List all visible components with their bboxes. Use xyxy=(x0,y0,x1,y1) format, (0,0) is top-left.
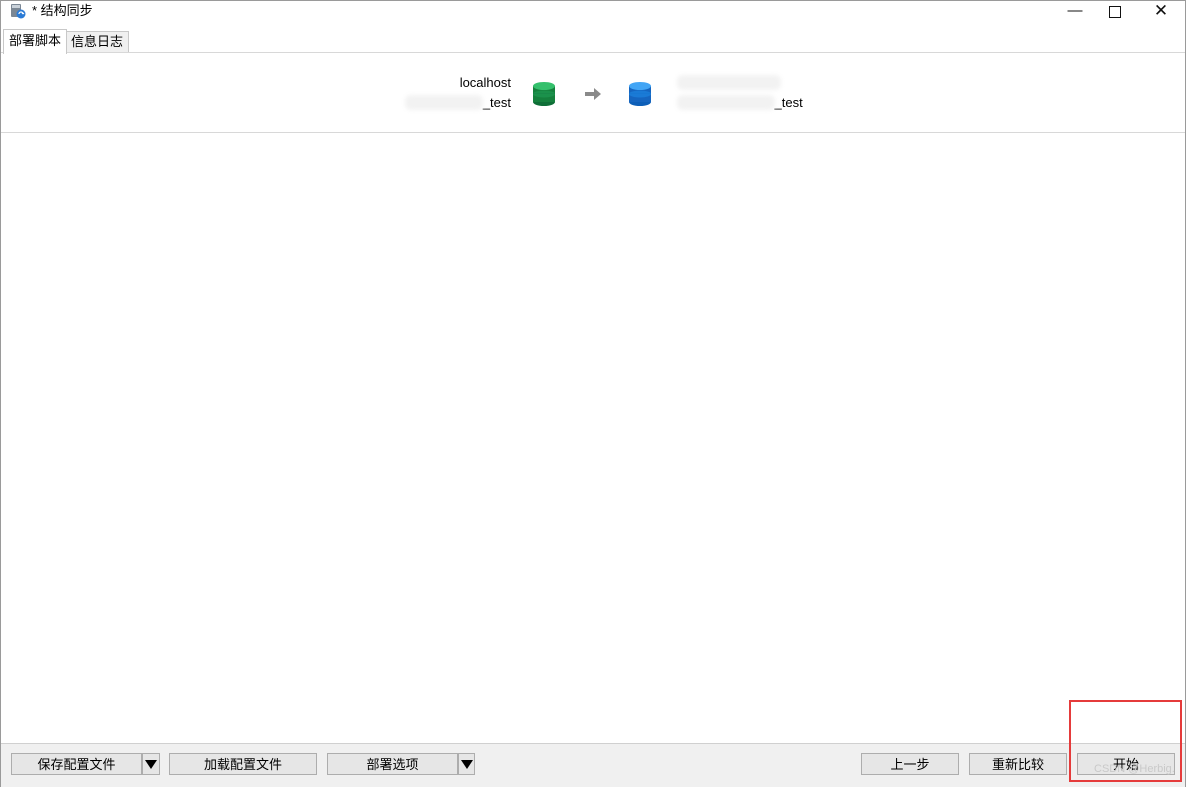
load-config-button[interactable]: 加载配置文件 xyxy=(169,753,317,775)
app-icon xyxy=(11,4,26,19)
dropdown-arrow-icon xyxy=(145,760,157,769)
database-blue-icon xyxy=(629,82,651,106)
close-button[interactable]: ✕ xyxy=(1138,1,1184,23)
database-green-icon xyxy=(533,82,555,106)
sync-header: localhost xxxxxxxxxxxx_test xxxxxxxxxxxx… xyxy=(1,53,1185,133)
deploy-script-area[interactable] xyxy=(1,133,1185,743)
dropdown-arrow-icon xyxy=(460,760,473,769)
redacted-text: xxxxxxxxxxxxxxx xyxy=(677,95,775,110)
tab-info-log[interactable]: 信息日志 xyxy=(65,31,130,53)
redacted-text: xxxxxxxxxxxxxxxx xyxy=(677,75,781,90)
source-host: localhost xyxy=(459,75,511,90)
tab-deploy-script[interactable]: 部署脚本 xyxy=(3,29,68,54)
deploy-options-button[interactable]: 部署选项 xyxy=(327,753,458,775)
target-database-name: _test xyxy=(774,95,803,110)
save-config-dropdown[interactable] xyxy=(142,753,160,775)
bottom-toolbar: 保存配置文件 加载配置文件 部署选项 上一步 重新比较 开始 xyxy=(1,743,1185,787)
maximize-icon xyxy=(1109,6,1121,18)
minimize-icon: — xyxy=(1067,2,1083,19)
close-icon: ✕ xyxy=(1153,1,1169,20)
recompare-button[interactable]: 重新比较 xyxy=(969,753,1067,775)
arrow-right-icon xyxy=(585,88,601,100)
maximize-button[interactable] xyxy=(1092,1,1138,23)
target-host: xxxxxxxxxxxxxxxx xyxy=(677,75,781,90)
prev-step-button[interactable]: 上一步 xyxy=(861,753,959,775)
title-bar: * 结构同步 — ✕ xyxy=(1,1,1185,23)
sync-window: * 结构同步 — ✕ 部署脚本 信息日志 localhost xxxxxxxxx… xyxy=(0,0,1186,787)
watermark: CSDN @Herbig. xyxy=(1094,763,1175,775)
deploy-options-dropdown[interactable] xyxy=(458,753,475,775)
target-database: xxxxxxxxxxxxxxx_test xyxy=(677,95,803,110)
save-config-button[interactable]: 保存配置文件 xyxy=(11,753,142,775)
window-title: * 结构同步 xyxy=(32,3,93,18)
redacted-text: xxxxxxxxxxxx xyxy=(404,95,483,110)
source-database-name: _test xyxy=(482,95,511,110)
source-database: xxxxxxxxxxxx_test xyxy=(404,95,511,110)
